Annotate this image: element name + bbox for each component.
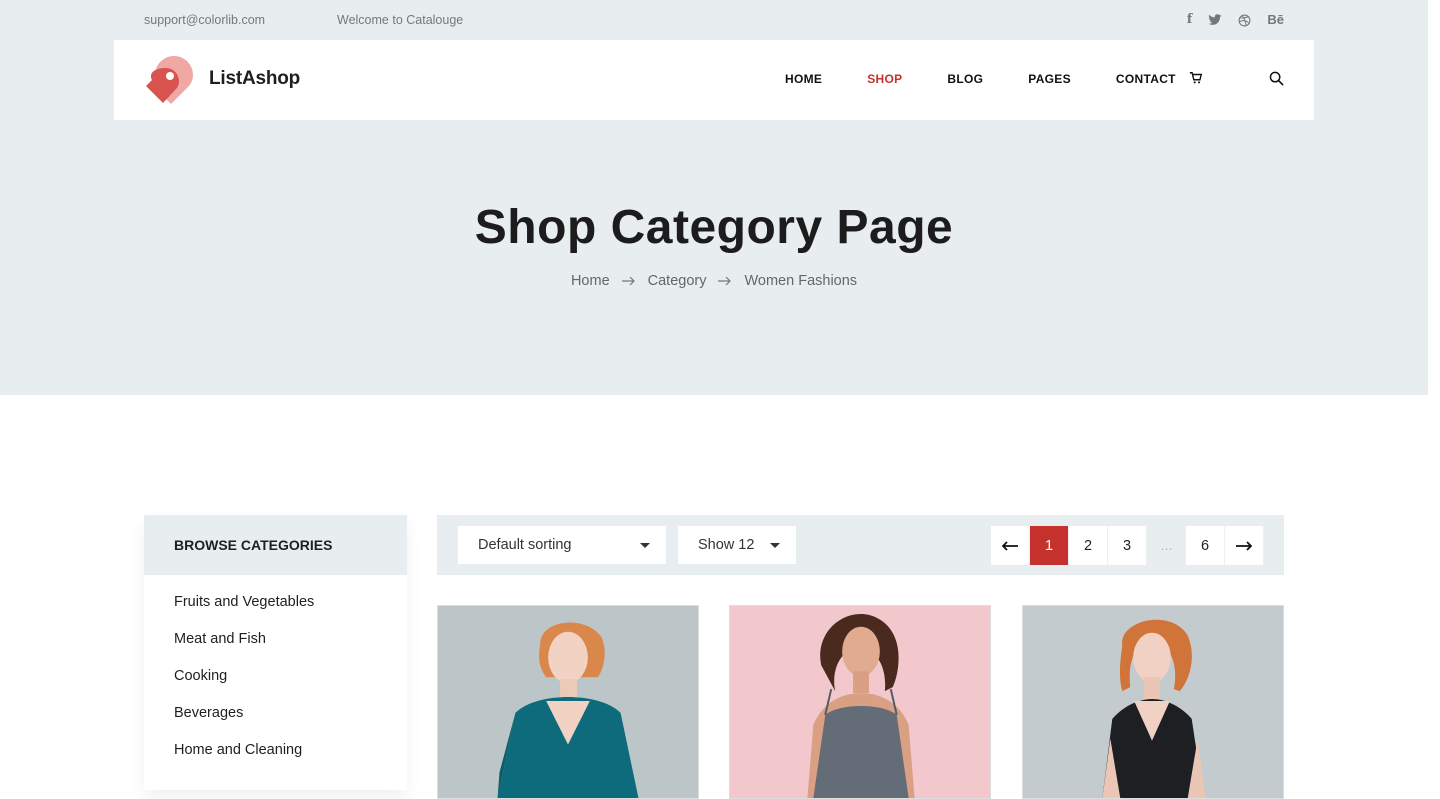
page-title: Shop Category Page <box>474 201 954 254</box>
arrow-right-icon <box>718 276 732 286</box>
show-count-value: Show 12 <box>698 537 755 553</box>
breadcrumb-category[interactable]: Category <box>648 273 707 289</box>
arrow-right-icon <box>1236 540 1252 551</box>
next-page-button[interactable] <box>1225 526 1264 565</box>
support-email[interactable]: support@colorlib.com <box>144 13 265 27</box>
caret-down-icon <box>640 543 650 548</box>
category-item[interactable]: Cooking <box>174 668 377 705</box>
category-item[interactable]: Meat and Fish <box>174 631 377 668</box>
brand-name[interactable]: ListAshop <box>209 68 300 90</box>
main-header: ListAshop HOME SHOP BLOG PAGES CONTACT <box>114 40 1314 120</box>
shop-toolbar: Default sorting Show 12 1 2 3 ... 6 <box>437 515 1284 575</box>
arrow-right-icon <box>621 276 635 286</box>
welcome-text: Welcome to Catalouge <box>337 13 464 27</box>
prev-page-button[interactable] <box>991 526 1030 565</box>
page-button-6[interactable]: 6 <box>1186 526 1225 565</box>
nav-contact[interactable]: CONTACT <box>1116 72 1176 86</box>
sidebar-title: BROWSE CATEGORIES <box>144 515 407 575</box>
product-image <box>438 606 698 798</box>
product-card[interactable] <box>437 605 699 799</box>
nav-pages[interactable]: PAGES <box>1028 72 1071 86</box>
top-bar: support@colorlib.com Welcome to Cataloug… <box>144 0 1284 40</box>
product-image <box>730 606 990 798</box>
sorting-select[interactable]: Default sorting <box>458 526 666 564</box>
category-item[interactable]: Home and Cleaning <box>174 742 377 779</box>
search-icon[interactable] <box>1269 71 1284 86</box>
product-image <box>1023 606 1283 798</box>
arrow-left-icon <box>1002 540 1018 551</box>
nav-home[interactable]: HOME <box>785 72 822 86</box>
logo-icon[interactable] <box>144 54 196 106</box>
twitter-icon[interactable] <box>1208 14 1222 26</box>
page-ellipsis: ... <box>1160 537 1173 554</box>
product-card[interactable] <box>729 605 991 799</box>
behance-icon[interactable]: Bē <box>1267 11 1284 29</box>
pagination: 1 2 3 ... 6 <box>991 526 1264 565</box>
caret-down-icon <box>770 543 780 548</box>
category-item[interactable]: Fruits and Vegetables <box>174 594 377 631</box>
cart-icon[interactable] <box>1189 71 1203 85</box>
scrollbar[interactable] <box>1428 0 1440 799</box>
category-list: Fruits and Vegetables Meat and Fish Cook… <box>144 575 407 798</box>
page-button-1[interactable]: 1 <box>1030 526 1069 565</box>
category-sidebar: BROWSE CATEGORIES Fruits and Vegetables … <box>144 515 407 790</box>
main-nav: HOME SHOP BLOG PAGES CONTACT <box>785 72 1221 86</box>
social-links: f Bē <box>1187 11 1284 29</box>
breadcrumb-home[interactable]: Home <box>571 273 610 289</box>
nav-shop[interactable]: SHOP <box>867 72 902 86</box>
breadcrumb-current: Women Fashions <box>744 273 858 289</box>
nav-blog[interactable]: BLOG <box>947 72 983 86</box>
show-count-select[interactable]: Show 12 <box>678 526 796 564</box>
product-card[interactable] <box>1022 605 1284 799</box>
page-button-3[interactable]: 3 <box>1108 526 1147 565</box>
sorting-value: Default sorting <box>478 537 572 553</box>
breadcrumb: Home Category Women Fashions <box>0 273 1428 289</box>
category-item[interactable]: Beverages <box>174 705 377 742</box>
facebook-icon[interactable]: f <box>1187 11 1193 29</box>
dribbble-icon[interactable] <box>1238 14 1251 27</box>
page-button-2[interactable]: 2 <box>1069 526 1108 565</box>
